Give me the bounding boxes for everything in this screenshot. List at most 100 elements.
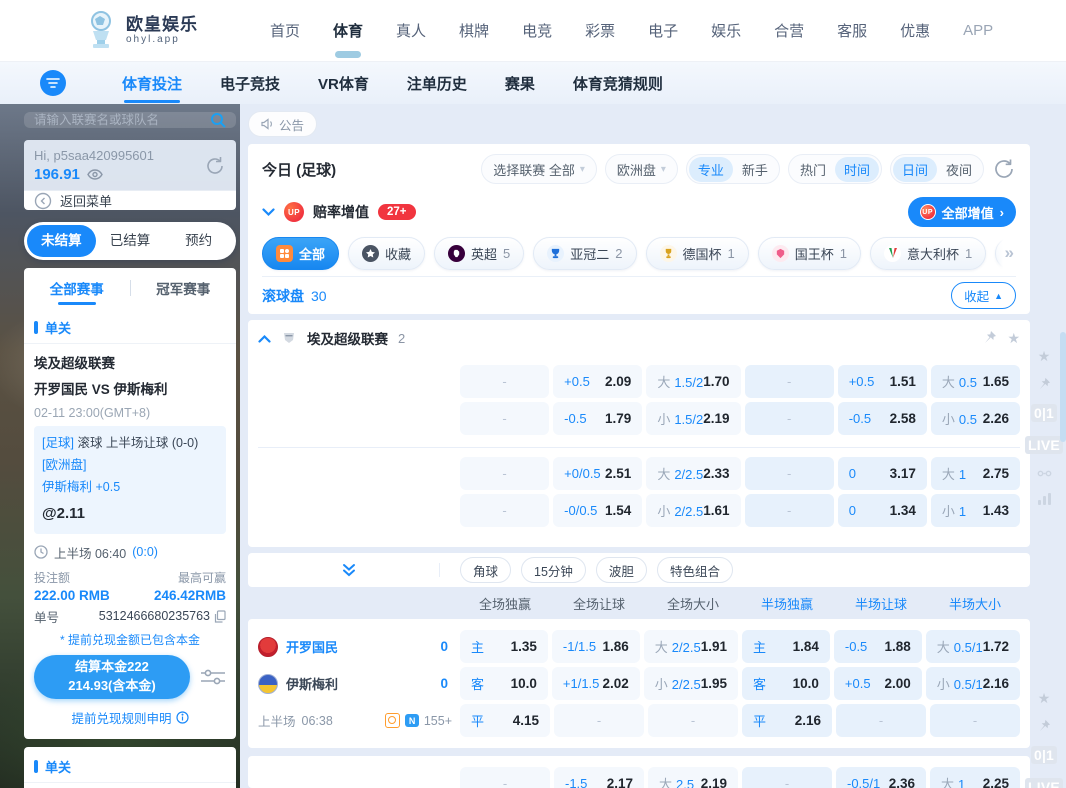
odds-cell[interactable]: 平4.15 — [460, 704, 550, 737]
h2h-icon[interactable] — [1037, 468, 1052, 479]
odds-cell[interactable]: -0.52.58 — [838, 402, 927, 435]
cashout-sliders-icon[interactable] — [200, 666, 226, 688]
odds-cell[interactable]: -0.5/12.36 — [836, 767, 926, 788]
odds-cell[interactable]: -0.51.79 — [553, 402, 642, 435]
star-icon[interactable]: ★ — [1038, 349, 1051, 363]
chevron-down-icon[interactable] — [262, 208, 275, 217]
mode-novice[interactable]: 新手 — [733, 157, 777, 182]
back-to-menu[interactable]: 返回菜单 — [24, 190, 236, 210]
chevron-up-icon[interactable] — [258, 334, 271, 343]
tab-bet-history[interactable]: 注单历史 — [407, 73, 467, 94]
odds-cell[interactable]: 大0.51.65 — [931, 365, 1020, 398]
odds-cell[interactable]: 大1.5/21.70 — [646, 365, 740, 398]
refresh-icon[interactable] — [992, 157, 1016, 181]
tab-vr-sports[interactable]: VR体育 — [318, 73, 369, 94]
pin-icon[interactable] — [1038, 377, 1051, 390]
nav-support[interactable]: 客服 — [835, 12, 869, 49]
cashout-button[interactable]: 结算本金222 214.93(含本金) — [34, 655, 190, 699]
odds-cell[interactable]: -1.52.17 — [554, 767, 644, 788]
sort-time[interactable]: 时间 — [835, 157, 879, 182]
odds-cell[interactable]: 小2/2.51.61 — [646, 494, 740, 527]
odds-cell[interactable]: 03.17 — [838, 457, 927, 490]
chip-copa-del-rey[interactable]: 国王杯 1 — [758, 237, 861, 270]
nav-live-casino[interactable]: 真人 — [394, 12, 428, 49]
score-01-icon[interactable]: 0|1 — [1031, 404, 1057, 422]
odds-cell[interactable]: 客10.0 — [460, 667, 548, 700]
brand-logo[interactable]: 欧皇娱乐 ohyl.app — [84, 11, 198, 51]
pin-icon[interactable] — [983, 330, 997, 347]
chips-scroll-right-icon[interactable]: » — [995, 230, 1016, 276]
odds-cell[interactable]: 小2/2.51.95 — [644, 667, 738, 700]
nav-esports[interactable]: 电竞 — [520, 12, 554, 49]
nav-entertainment[interactable]: 娱乐 — [709, 12, 743, 49]
sort-hot[interactable]: 热门 — [791, 157, 835, 182]
nav-lottery[interactable]: 彩票 — [583, 12, 617, 49]
chip-acl2[interactable]: 亚冠二 2 — [533, 237, 636, 270]
odds-cell[interactable]: +0/0.52.51 — [553, 457, 642, 490]
away-team-cell[interactable]: 伊斯梅利 0 — [258, 667, 460, 700]
chip-coppa-italia[interactable]: 意大利杯 1 — [870, 237, 986, 270]
tab-betting-rules[interactable]: 体育竞猜规则 — [573, 73, 663, 94]
odds-cell[interactable]: +0.52.00 — [834, 667, 922, 700]
market-15min[interactable]: 15分钟 — [521, 557, 586, 583]
odds-cell[interactable]: -0/0.51.54 — [553, 494, 642, 527]
collapse-button[interactable]: 收起 ▲ — [951, 282, 1016, 309]
all-boosts-button[interactable]: UP 全部增值 › — [908, 197, 1016, 227]
star-icon[interactable]: ★ — [1038, 691, 1051, 705]
search-icon[interactable] — [210, 112, 226, 128]
tab-reserved[interactable]: 预约 — [164, 225, 233, 257]
stats-icon[interactable] — [1038, 493, 1051, 505]
score-01-icon[interactable]: 0|1 — [1031, 746, 1057, 764]
scrollbar-thumb[interactable] — [1060, 332, 1066, 442]
odds-cell[interactable]: 客10.0 — [742, 667, 830, 700]
tab-settled[interactable]: 已结算 — [96, 225, 165, 257]
star-icon[interactable]: ★ — [1007, 330, 1020, 347]
tab-sports-betting[interactable]: 体育投注 — [122, 73, 182, 94]
odds-cell[interactable]: 大2/2.52.33 — [646, 457, 740, 490]
more-markets-count[interactable]: 155+ — [424, 714, 452, 728]
tab-esports[interactable]: 电子竞技 — [220, 73, 280, 94]
odds-cell[interactable]: +1/1.52.02 — [552, 667, 640, 700]
market-corners[interactable]: 角球 — [460, 557, 511, 583]
refresh-balance-icon[interactable] — [204, 155, 226, 177]
odds-cell[interactable]: +0.51.51 — [838, 365, 927, 398]
cashout-rules-link[interactable]: 提前兑现规则申明 — [34, 708, 226, 727]
theme-night[interactable]: 夜间 — [937, 157, 981, 182]
nav-app[interactable]: APP — [961, 14, 995, 47]
league-section-header[interactable]: 埃及超级联赛 2 ★ — [258, 320, 1020, 356]
odds-cell[interactable]: 主1.84 — [742, 630, 830, 663]
mode-pro[interactable]: 专业 — [689, 157, 733, 182]
nav-promos[interactable]: 优惠 — [898, 12, 932, 49]
market-specials[interactable]: 特色组合 — [657, 557, 733, 583]
odds-cell[interactable]: -1/1.51.86 — [552, 630, 640, 663]
nav-board-games[interactable]: 棋牌 — [457, 12, 491, 49]
market-select[interactable]: 欧洲盘 ▾ — [605, 154, 678, 184]
tab-results[interactable]: 赛果 — [505, 73, 535, 94]
odds-cell[interactable]: 大2/2.51.91 — [644, 630, 738, 663]
announcement-button[interactable]: 公告 — [248, 111, 317, 137]
vertical-scrollbar[interactable] — [1058, 104, 1066, 788]
home-team-cell[interactable]: 开罗国民 0 — [258, 630, 460, 663]
eye-icon[interactable] — [87, 169, 103, 180]
odds-cell[interactable]: 大12.25 — [930, 767, 1020, 788]
double-chevron-down-icon[interactable] — [258, 563, 440, 577]
chip-epl[interactable]: 英超 5 — [434, 237, 524, 270]
search-input[interactable] — [34, 113, 210, 127]
odds-cell[interactable]: 小0.5/12.16 — [926, 667, 1020, 700]
odds-cell[interactable]: 小1.5/22.19 — [646, 402, 740, 435]
match-status-cell[interactable]: 上半场 06:38 N 155+ — [258, 704, 460, 737]
league-select[interactable]: 选择联赛 全部 ▾ — [481, 154, 597, 184]
nav-home[interactable]: 首页 — [268, 12, 302, 49]
chip-dfb-pokal[interactable]: 德国杯 1 — [646, 237, 749, 270]
nav-slots[interactable]: 电子 — [646, 12, 680, 49]
odds-cell[interactable]: 01.34 — [838, 494, 927, 527]
theme-day[interactable]: 日间 — [893, 157, 937, 182]
nav-sports[interactable]: 体育 — [331, 12, 365, 49]
odds-cell[interactable]: 小11.43 — [931, 494, 1020, 527]
market-correct-score[interactable]: 波胆 — [596, 557, 647, 583]
copy-icon[interactable] — [214, 610, 226, 623]
tab-unsettled[interactable]: 未结算 — [27, 225, 96, 257]
odds-cell[interactable]: 大0.5/11.72 — [926, 630, 1020, 663]
odds-cell[interactable]: 大2.52.19 — [648, 767, 738, 788]
filter-menu-button[interactable] — [40, 70, 66, 96]
